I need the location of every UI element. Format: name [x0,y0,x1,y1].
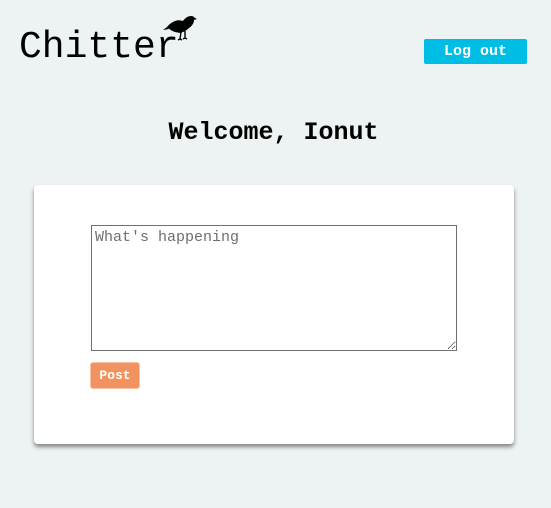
post-button[interactable]: Post [91,363,139,388]
logout-button[interactable]: Log out [424,39,527,64]
peep-textarea[interactable] [91,225,457,351]
logo-text: Chitter [19,26,179,69]
welcome-heading: Welcome, Ionut [168,118,379,147]
raven-icon [163,16,197,41]
compose-card: Post [34,185,514,444]
